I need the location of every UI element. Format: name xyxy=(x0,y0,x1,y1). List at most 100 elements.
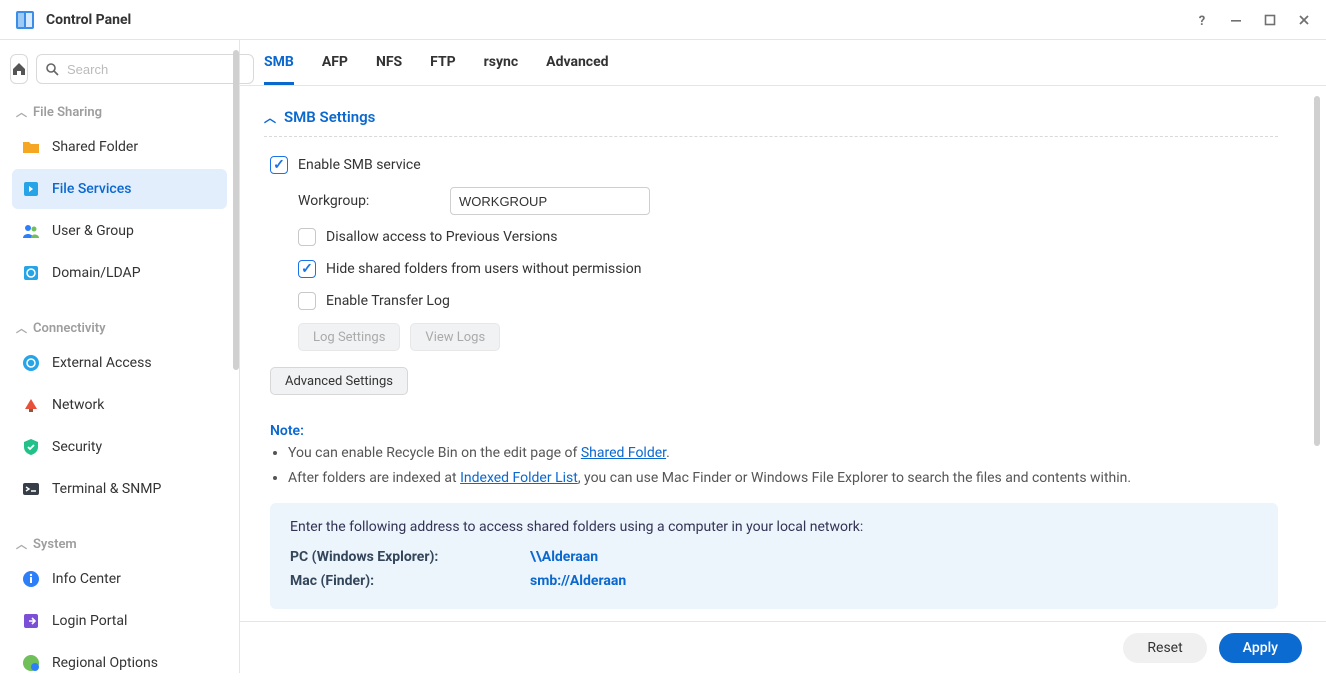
maximize-icon[interactable] xyxy=(1262,12,1278,28)
chevron-up-icon: ︿ xyxy=(16,536,27,552)
sidebar-item-label: User & Group xyxy=(52,223,134,239)
sidebar: ︿ File Sharing Shared Folder File Servic… xyxy=(0,40,240,673)
sidebar-item-security[interactable]: Security xyxy=(12,427,227,467)
hide-shared-label: Hide shared folders from users without p… xyxy=(326,261,641,277)
hide-shared-checkbox[interactable] xyxy=(298,260,316,278)
log-settings-button: Log Settings xyxy=(298,323,400,351)
svg-text:?: ? xyxy=(1199,14,1205,27)
chevron-up-icon: ︿ xyxy=(264,109,276,126)
group-connectivity[interactable]: ︿ Connectivity xyxy=(10,310,229,342)
external-access-icon xyxy=(20,352,42,374)
workgroup-input[interactable] xyxy=(450,187,650,215)
network-icon xyxy=(20,394,42,416)
tab-bar: SMB AFP NFS FTP rsync Advanced xyxy=(240,40,1326,86)
group-label: File Sharing xyxy=(33,105,102,120)
pc-address: \\Alderaan xyxy=(530,549,598,565)
tab-rsync[interactable]: rsync xyxy=(484,54,519,85)
close-icon[interactable] xyxy=(1296,12,1312,28)
sidebar-item-label: Domain/LDAP xyxy=(52,265,141,281)
note-bullet-1: You can enable Recycle Bin on the edit p… xyxy=(288,443,1278,464)
info-icon xyxy=(20,568,42,590)
reset-button[interactable]: Reset xyxy=(1123,633,1206,663)
hide-shared-row: Hide shared folders from users without p… xyxy=(270,253,1278,285)
footer-bar: Reset Apply xyxy=(240,621,1326,673)
transfer-log-row: Enable Transfer Log xyxy=(270,285,1278,317)
disallow-prev-checkbox[interactable] xyxy=(298,228,316,246)
domain-icon xyxy=(20,262,42,284)
help-icon[interactable]: ? xyxy=(1194,12,1210,28)
note-heading: Note: xyxy=(270,423,1278,439)
note-bullet-2: After folders are indexed at Indexed Fol… xyxy=(288,468,1278,489)
search-input-wrap[interactable] xyxy=(36,54,254,84)
control-panel-window: Control Panel ? ︿ File Sharing xyxy=(0,0,1326,673)
tab-ftp[interactable]: FTP xyxy=(430,54,456,85)
indexed-folder-list-link[interactable]: Indexed Folder List xyxy=(460,470,578,486)
sidebar-item-regional-options[interactable]: Regional Options xyxy=(12,643,227,683)
sidebar-item-shared-folder[interactable]: Shared Folder xyxy=(12,127,227,167)
transfer-log-checkbox[interactable] xyxy=(298,292,316,310)
sidebar-item-terminal-snmp[interactable]: Terminal & SNMP xyxy=(12,469,227,509)
note-block: Note: You can enable Recycle Bin on the … xyxy=(270,423,1278,489)
file-services-icon xyxy=(20,178,42,200)
minimize-icon[interactable] xyxy=(1228,12,1244,28)
app-icon xyxy=(14,9,36,31)
home-button[interactable] xyxy=(10,54,28,84)
main-panel: SMB AFP NFS FTP rsync Advanced ︿ SMB Set… xyxy=(240,40,1326,673)
group-system[interactable]: ︿ System xyxy=(10,526,229,558)
access-intro: Enter the following address to access sh… xyxy=(290,519,1258,535)
content-scrollbar[interactable] xyxy=(1314,96,1320,446)
workgroup-label: Workgroup: xyxy=(298,193,438,209)
group-file-sharing[interactable]: ︿ File Sharing xyxy=(10,94,229,126)
group-label: System xyxy=(33,537,77,552)
sidebar-item-user-group[interactable]: User & Group xyxy=(12,211,227,251)
shared-folder-link[interactable]: Shared Folder xyxy=(581,445,666,461)
pc-label: PC (Windows Explorer): xyxy=(290,549,490,565)
sidebar-scrollbar[interactable] xyxy=(233,50,239,370)
terminal-icon xyxy=(20,478,42,500)
access-address-box: Enter the following address to access sh… xyxy=(270,503,1278,609)
search-input[interactable] xyxy=(65,61,245,78)
mac-label: Mac (Finder): xyxy=(290,573,490,589)
sidebar-item-label: Shared Folder xyxy=(52,139,138,155)
sidebar-item-label: Security xyxy=(52,439,102,455)
disallow-prev-row: Disallow access to Previous Versions xyxy=(270,221,1278,253)
group-label: Connectivity xyxy=(33,321,106,336)
disallow-prev-label: Disallow access to Previous Versions xyxy=(326,229,557,245)
shield-icon xyxy=(20,436,42,458)
sidebar-item-external-access[interactable]: External Access xyxy=(12,343,227,383)
sidebar-item-label: External Access xyxy=(52,355,152,371)
workgroup-row: Workgroup: xyxy=(270,181,1278,221)
enable-smb-checkbox[interactable] xyxy=(270,156,288,174)
globe-icon xyxy=(20,652,42,674)
search-icon xyxy=(45,62,59,76)
tab-smb[interactable]: SMB xyxy=(264,54,294,85)
chevron-up-icon: ︿ xyxy=(16,320,27,336)
sidebar-item-info-center[interactable]: Info Center xyxy=(12,559,227,599)
tab-advanced[interactable]: Advanced xyxy=(546,54,608,85)
sidebar-item-label: Network xyxy=(52,397,104,413)
sidebar-item-login-portal[interactable]: Login Portal xyxy=(12,601,227,641)
sidebar-item-label: Info Center xyxy=(52,571,121,587)
users-icon xyxy=(20,220,42,242)
transfer-log-label: Enable Transfer Log xyxy=(326,293,450,309)
folder-icon xyxy=(20,136,42,158)
sidebar-item-label: Login Portal xyxy=(52,613,127,629)
tab-afp[interactable]: AFP xyxy=(322,54,348,85)
section-title: SMB Settings xyxy=(284,108,375,126)
view-logs-button: View Logs xyxy=(410,323,500,351)
sidebar-item-network[interactable]: Network xyxy=(12,385,227,425)
title-bar: Control Panel ? xyxy=(0,0,1326,40)
sidebar-item-file-services[interactable]: File Services xyxy=(12,169,227,209)
smb-settings-header[interactable]: ︿ SMB Settings xyxy=(264,104,1278,137)
apply-button[interactable]: Apply xyxy=(1219,633,1302,663)
chevron-up-icon: ︿ xyxy=(16,104,27,120)
advanced-settings-button[interactable]: Advanced Settings xyxy=(270,367,408,395)
sidebar-item-label: Terminal & SNMP xyxy=(52,481,161,497)
sidebar-item-label: Regional Options xyxy=(52,655,158,671)
sidebar-item-label: File Services xyxy=(52,181,131,197)
enable-smb-row: Enable SMB service xyxy=(270,149,1278,181)
tab-nfs[interactable]: NFS xyxy=(376,54,402,85)
sidebar-item-domain-ldap[interactable]: Domain/LDAP xyxy=(12,253,227,293)
mac-address: smb://Alderaan xyxy=(530,573,626,589)
enable-smb-label: Enable SMB service xyxy=(298,157,421,173)
